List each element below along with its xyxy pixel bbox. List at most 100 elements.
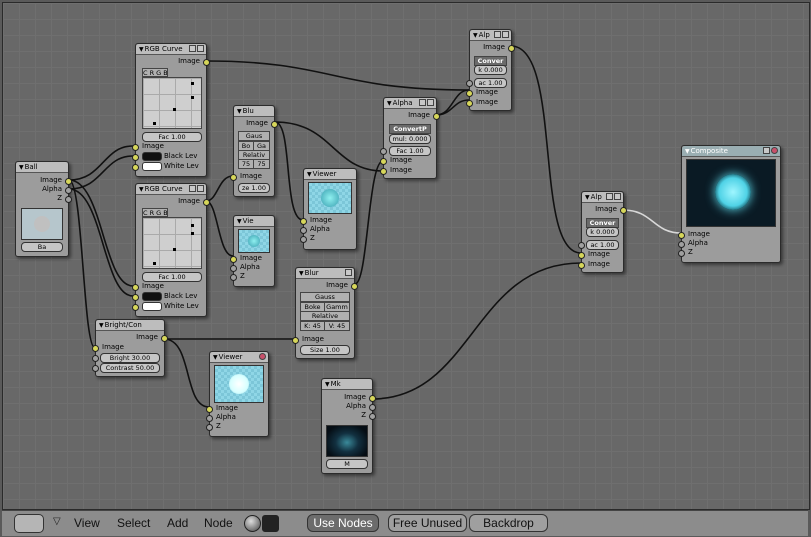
- socket-z-in[interactable]: [230, 274, 237, 281]
- bright-contrast-node[interactable]: ▼Bright/Con Image Image Bright 30.00 Con…: [92, 319, 168, 377]
- black-level-swatch[interactable]: [142, 292, 162, 301]
- blur-x-field[interactable]: K: 45: [300, 321, 325, 331]
- viewer-node[interactable]: ▼Viewer Image Alpha Z: [300, 168, 357, 250]
- curve-channel-tabs[interactable]: C R G B: [142, 208, 168, 217]
- black-level-swatch[interactable]: [142, 152, 162, 161]
- socket-z-in[interactable]: [206, 424, 213, 431]
- socket-image[interactable]: [433, 113, 440, 120]
- socket-image[interactable]: [508, 45, 515, 52]
- curve-channel-tabs[interactable]: C R G B: [142, 68, 168, 77]
- socket-image[interactable]: [271, 121, 278, 128]
- socket-fac-in[interactable]: [578, 242, 585, 249]
- filter-type-select[interactable]: Gaus: [238, 131, 270, 141]
- blur-x-field[interactable]: 75: [238, 159, 254, 169]
- socket-image-in[interactable]: [466, 90, 473, 97]
- socket-image[interactable]: [65, 178, 72, 185]
- backdrop-button[interactable]: Backdrop: [469, 514, 548, 532]
- socket-image[interactable]: [203, 59, 210, 66]
- fac-field[interactable]: ac 1.00: [586, 240, 619, 250]
- socket-alpha[interactable]: [369, 404, 376, 411]
- fac-field[interactable]: ac 1.00: [474, 78, 507, 88]
- socket-image-in[interactable]: [230, 256, 237, 263]
- socket-fac-in[interactable]: [380, 148, 387, 155]
- socket-black[interactable]: [132, 294, 139, 301]
- size-field[interactable]: ze 1.00: [238, 183, 270, 193]
- composite-node[interactable]: ▼Composite Image Alpha Z: [678, 145, 781, 263]
- socket-alpha-in[interactable]: [300, 227, 307, 234]
- node-header[interactable]: ▼Viewer: [304, 169, 356, 180]
- free-unused-button[interactable]: Free Unused: [388, 514, 467, 532]
- convert-premul-toggle[interactable]: ConvertP: [389, 124, 431, 134]
- use-nodes-button[interactable]: Use Nodes: [307, 514, 379, 532]
- node-header[interactable]: ▼Alp: [582, 192, 623, 203]
- blur-y-field[interactable]: V: 45: [324, 321, 350, 331]
- socket-image-in[interactable]: [578, 252, 585, 259]
- viewer-node[interactable]: ▼Viewer Image Alpha Z: [206, 351, 269, 437]
- scene-select-button[interactable]: Ba: [21, 242, 63, 252]
- premul-field[interactable]: k 0.000: [586, 227, 619, 237]
- node-header[interactable]: ▼Composite: [682, 146, 780, 157]
- socket-image[interactable]: [203, 199, 210, 206]
- menu-view[interactable]: View: [74, 516, 100, 530]
- socket-white[interactable]: [132, 304, 139, 311]
- socket-z-in[interactable]: [678, 250, 685, 257]
- socket-contrast-in[interactable]: [92, 365, 99, 372]
- socket-image[interactable]: [351, 283, 358, 290]
- socket-bright-in[interactable]: [92, 355, 99, 362]
- filter-type-select[interactable]: Gauss: [300, 292, 350, 302]
- premul-field[interactable]: mul: 0.000: [389, 134, 431, 144]
- size-field[interactable]: Size 1.00: [300, 345, 350, 355]
- socket-image-in[interactable]: [230, 174, 237, 181]
- socket-black[interactable]: [132, 154, 139, 161]
- bright-field[interactable]: Bright 30.00: [100, 353, 160, 363]
- node-header[interactable]: ▼Viewer: [210, 352, 268, 363]
- socket-alpha-in[interactable]: [206, 415, 213, 422]
- rgb-curve-node[interactable]: ▼RGB Curve Image C R G B Fac 1.00 Image …: [132, 43, 210, 177]
- curve-widget[interactable]: [142, 77, 202, 129]
- menu-select[interactable]: Select: [117, 516, 150, 530]
- socket-image-in[interactable]: [292, 337, 299, 344]
- socket-image-in[interactable]: [466, 100, 473, 107]
- socket-alpha-in[interactable]: [678, 241, 685, 248]
- contrast-field[interactable]: Contrast 50.00: [100, 363, 160, 373]
- socket-image-in[interactable]: [92, 345, 99, 352]
- node-header[interactable]: ▼Alp: [470, 30, 511, 41]
- socket-fac-in[interactable]: [466, 80, 473, 87]
- socket-image-in[interactable]: [206, 406, 213, 413]
- blur-node[interactable]: ▼Blur Image Gauss Boke Gamm Relative K: …: [292, 267, 358, 359]
- socket-alpha-in[interactable]: [230, 265, 237, 272]
- node-header[interactable]: ▼Blu: [234, 106, 274, 117]
- white-level-swatch[interactable]: [142, 302, 162, 311]
- menu-node[interactable]: Node: [204, 516, 233, 530]
- blur-y-field[interactable]: 75: [253, 159, 270, 169]
- node-header[interactable]: ▼Mk: [322, 379, 372, 390]
- alpha-over-node[interactable]: ▼Alp Image Conver k 0.000 ac 1.00 Image …: [578, 191, 627, 273]
- premul-field[interactable]: k 0.000: [474, 65, 507, 75]
- socket-image[interactable]: [369, 395, 376, 402]
- blur-node[interactable]: ▼Blu Image Gaus Bo Ga Relativ 75 75 Imag…: [230, 105, 278, 197]
- relative-toggle[interactable]: Relative: [300, 311, 350, 321]
- curve-widget[interactable]: [142, 217, 202, 269]
- socket-image-in[interactable]: [380, 168, 387, 175]
- node-header[interactable]: ▼RGB Curve: [136, 44, 206, 55]
- node-editor-icon[interactable]: [14, 514, 44, 533]
- socket-image-in[interactable]: [578, 262, 585, 269]
- socket-alpha[interactable]: [65, 187, 72, 194]
- socket-image-in[interactable]: [132, 284, 139, 291]
- socket-white[interactable]: [132, 164, 139, 171]
- fac-field[interactable]: Fac 1.00: [389, 146, 431, 156]
- socket-image-in[interactable]: [300, 218, 307, 225]
- alpha-over-node[interactable]: ▼Alp Image Conver k 0.000 ac 1.00 Image …: [466, 29, 515, 111]
- viewer-node[interactable]: ▼Vie Image Alpha Z: [230, 215, 275, 287]
- socket-image[interactable]: [620, 207, 627, 214]
- node-header[interactable]: ▼Blur: [296, 268, 354, 279]
- socket-image[interactable]: [161, 335, 168, 342]
- collapse-menu-icon[interactable]: ▽: [53, 516, 61, 527]
- node-header[interactable]: ▼RGB Curve: [136, 184, 206, 195]
- sphere-icon[interactable]: [244, 515, 261, 532]
- menu-add[interactable]: Add: [167, 516, 188, 530]
- socket-z[interactable]: [369, 413, 376, 420]
- node-header[interactable]: ▼Vie: [234, 216, 274, 227]
- socket-image-in[interactable]: [380, 158, 387, 165]
- alpha-over-node[interactable]: ▼Alpha Image ConvertP mul: 0.000 Fac 1.0…: [380, 97, 440, 179]
